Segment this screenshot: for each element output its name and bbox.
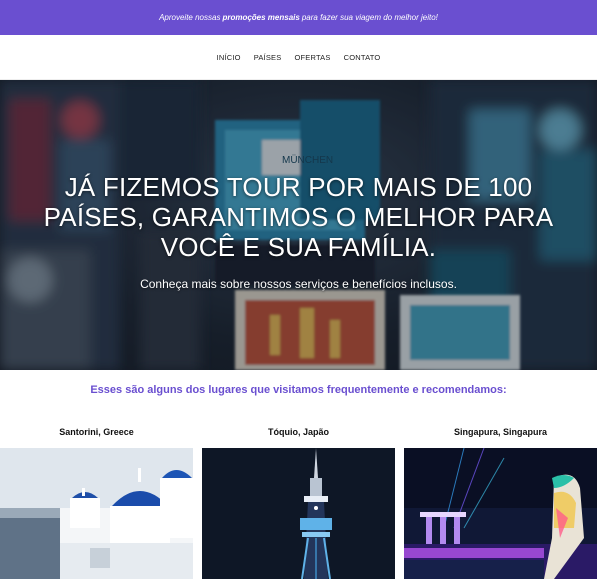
hero-section: MÜNCHEN JÁ FIZEMOS TOUR POR MAIS DE 100 … [0, 80, 597, 370]
nav-link-inicio[interactable]: INÍCIO [217, 53, 241, 62]
main-nav: INÍCIO PAÍSES OFERTAS CONTATO [0, 35, 597, 80]
place-card-singapura[interactable]: Singapura, Singapura [404, 420, 597, 579]
promo-text-before: Aproveite nossas [159, 13, 221, 22]
place-title: Santorini, Greece [59, 427, 134, 437]
place-image-toquio[interactable] [202, 448, 395, 579]
nav-link-paises[interactable]: PAÍSES [254, 53, 282, 62]
hero-title-line-1: JÁ FIZEMOS TOUR POR MAIS DE 100 [64, 172, 533, 202]
place-title: Singapura, Singapura [453, 427, 547, 437]
singapore-illustration [404, 448, 597, 579]
promo-text-bold: promoções mensais [222, 13, 300, 22]
hero-subtitle: Conheça mais sobre nossos serviços e ben… [140, 277, 457, 291]
place-card-toquio[interactable]: Tóquio, Japão [202, 420, 395, 579]
tokyo-illustration [202, 448, 395, 579]
place-image-singapura[interactable] [404, 448, 597, 579]
places-heading: Esses são alguns dos lugares que visitam… [90, 384, 507, 396]
nav-link-ofertas[interactable]: OFERTAS [294, 53, 330, 62]
place-title: Tóquio, Japão [267, 427, 329, 437]
hero-title-line-2: PAÍSES, GARANTIMOS O MELHOR PARA [43, 202, 554, 232]
nav-link-contato[interactable]: CONTATO [344, 53, 381, 62]
promo-text-after: para fazer sua viagem do melhor jeito! [301, 13, 438, 22]
place-card-santorini[interactable]: Santorini, Greece [0, 420, 193, 579]
santorini-illustration [0, 448, 193, 579]
place-image-santorini[interactable] [0, 448, 193, 579]
hero-title-line-3: VOCÊ E SUA FAMÍLIA. [160, 232, 437, 262]
promo-bar: Aproveite nossas promoções mensais para … [0, 0, 597, 35]
hero-title: JÁ FIZEMOS TOUR POR MAIS DE 100 PAÍSES, … [0, 172, 597, 262]
